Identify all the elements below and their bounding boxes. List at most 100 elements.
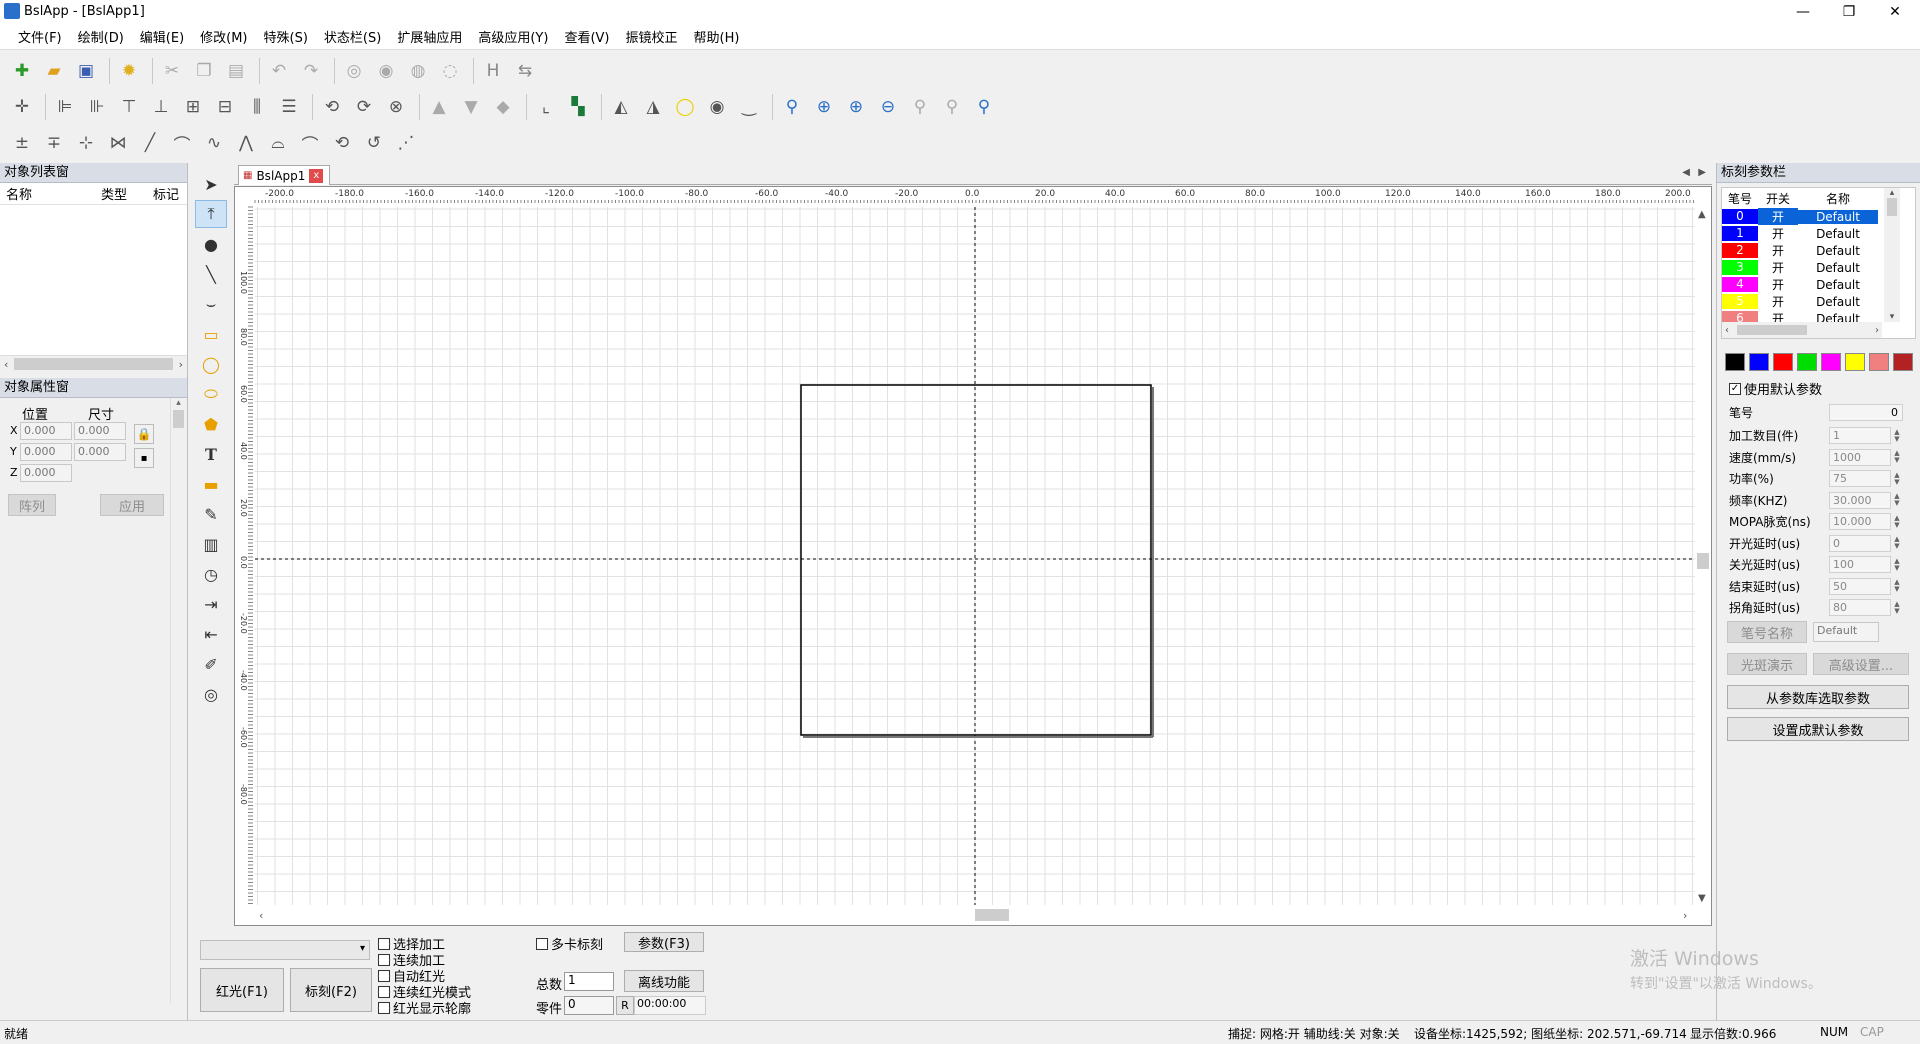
paste-icon[interactable]: ▤ — [222, 57, 250, 85]
param-input[interactable]: 30.000 — [1829, 491, 1891, 509]
distribute-v-icon[interactable]: ☰ — [275, 93, 303, 121]
zoom-select-icon[interactable]: ⚲ — [938, 93, 966, 121]
col-pen-no[interactable]: 笔号 — [1722, 190, 1758, 207]
menu-advanced[interactable]: 高级应用(Y) — [470, 27, 556, 46]
multi-card-checkbox[interactable]: 多卡标刻 — [536, 934, 603, 953]
tab-close-icon[interactable]: x — [309, 168, 324, 183]
param-input[interactable]: 75 — [1829, 470, 1891, 487]
spin-icon[interactable]: ▲ ▼ — [1891, 556, 1903, 573]
pen-vscroll-thumb[interactable] — [1887, 198, 1897, 216]
pick-from-library-button[interactable]: 从参数库选取参数 — [1727, 685, 1909, 709]
params-button[interactable]: 参数(F3) — [624, 932, 704, 952]
break-node-icon[interactable]: ⋈ — [104, 129, 132, 157]
col-mark[interactable]: 标记 — [148, 184, 184, 203]
curve-icon[interactable]: ⌣ — [195, 290, 227, 318]
redo-icon[interactable]: ↷ — [297, 57, 325, 85]
pen-color-swatch[interactable] — [1773, 353, 1793, 371]
object-list[interactable] — [0, 205, 187, 355]
set-as-default-button[interactable]: 设置成默认参数 — [1727, 717, 1909, 741]
align-nodes-icon[interactable]: ⋰ — [392, 129, 420, 157]
y-size-input[interactable]: 0.000 — [74, 443, 126, 461]
tab-scroll-right-icon[interactable]: ▶ — [1698, 167, 1706, 178]
convert-dropdown-icon[interactable]: ⇆ — [511, 57, 539, 85]
pen-color-swatch[interactable] — [1797, 353, 1817, 371]
mirror-h-icon[interactable]: ◭ — [607, 93, 635, 121]
spin-icon[interactable]: ▲ ▼ — [1891, 449, 1903, 466]
menu-view[interactable]: 查看(V) — [556, 27, 617, 46]
array-button[interactable]: 阵列 — [8, 494, 56, 516]
scroll-thumb[interactable] — [14, 358, 173, 370]
tab-scroll-left-icon[interactable]: ◀ — [1682, 167, 1690, 178]
scroll-right-icon[interactable]: › — [179, 358, 183, 371]
layer-down-icon[interactable]: ▼ — [457, 93, 485, 121]
canvas-vscroll-thumb[interactable] — [1697, 553, 1709, 569]
eye-icon[interactable]: ◉ — [703, 93, 731, 121]
pen-name-input[interactable]: Default — [1813, 622, 1879, 642]
coordinate-icon[interactable]: ⌞ — [532, 93, 560, 121]
tab-bslapp1[interactable]: ▦ BslApp1 x — [238, 165, 330, 185]
work-area-square[interactable] — [800, 384, 1152, 736]
zoom-all-icon[interactable]: ⚲ — [906, 93, 934, 121]
arc-icon[interactable]: ⌒ — [296, 129, 324, 157]
param-input[interactable]: 50 — [1829, 577, 1891, 595]
total-input[interactable]: 1 — [564, 972, 614, 991]
cancel-circle-icon[interactable]: ⊗ — [382, 93, 410, 121]
align-top-icon[interactable]: ⊤ — [115, 93, 143, 121]
to-curve-icon[interactable]: ⌒ — [168, 129, 196, 157]
circle-icon[interactable]: ◯ — [195, 350, 227, 378]
point-icon[interactable]: ● — [195, 230, 227, 258]
mirror-v-icon[interactable]: ◮ — [639, 93, 667, 121]
canvas-svg[interactable]: -200.0 -180.0 -160.0 -140.0 -120.0 -100.0 -80.… — [235, 187, 1711, 925]
canvas-hscroll-thumb[interactable] — [975, 909, 1009, 921]
param-input[interactable]: 0 — [1829, 534, 1891, 552]
spot-demo-button[interactable]: 光斑演示 — [1727, 653, 1807, 675]
canvas-scroll-left-icon[interactable]: ‹ — [259, 909, 263, 922]
delete-node-icon[interactable]: ∓ — [40, 129, 68, 157]
hatch-icon[interactable]: H — [479, 57, 507, 85]
scroll-left-icon[interactable]: ‹ — [4, 358, 8, 371]
pen-switch[interactable]: 开 — [1758, 276, 1798, 293]
param-input[interactable]: 10.000 — [1829, 513, 1891, 530]
z-position-input[interactable]: 0.000 — [20, 464, 72, 482]
symmetric-icon[interactable]: ⌓ — [264, 129, 292, 157]
props-scrollbar[interactable]: ▴ — [170, 398, 186, 1003]
spiral-icon[interactable]: ◎ — [195, 680, 227, 708]
align-hcenter-icon[interactable]: ⊞ — [179, 93, 207, 121]
pen-scroll-left-icon[interactable]: ‹ — [1725, 325, 1729, 336]
pen-scroll-down-icon[interactable]: ▾ — [1890, 312, 1895, 322]
zoom-page-icon[interactable]: ⚲ — [970, 93, 998, 121]
pen-color-swatch[interactable] — [1893, 353, 1913, 371]
offline-button[interactable]: 离线功能 — [624, 970, 704, 992]
menu-galvo-calib[interactable]: 振镜校正 — [617, 27, 685, 46]
pen-scroll-right-icon[interactable]: › — [1875, 325, 1879, 336]
param-input[interactable]: 80 — [1829, 599, 1891, 616]
zoom-icon[interactable]: ⚲ — [778, 93, 806, 121]
join-node-icon[interactable]: ⊹ — [72, 129, 100, 157]
close-button[interactable]: ✕ — [1872, 0, 1918, 24]
param-input[interactable]: 1 — [1829, 427, 1891, 444]
break-icon[interactable]: ◌ — [436, 57, 464, 85]
extend-axis-icon[interactable]: ✐ — [195, 650, 227, 678]
x-position-input[interactable]: 0.000 — [20, 422, 72, 440]
pen-list[interactable]: 笔号 开关 名称 0 开 Default 1 开 Default 2 开 Default 3 开 De… — [1721, 187, 1916, 339]
drawing-canvas[interactable]: -200.0 -180.0 -160.0 -140.0 -120.0 -100.0 -80.… — [234, 186, 1712, 926]
center-cross-icon[interactable]: ✛ — [8, 93, 36, 121]
light-icon[interactable]: ◯ — [671, 93, 699, 121]
menu-edit[interactable]: 编辑(E) — [132, 27, 192, 46]
pen-switch[interactable]: 开 — [1758, 225, 1798, 242]
polygon-icon[interactable]: ⬟ — [195, 410, 227, 438]
menu-file[interactable]: 文件(F) — [10, 27, 70, 46]
sharp-icon[interactable]: ⋀ — [232, 129, 260, 157]
output-port-icon[interactable]: ⇤ — [195, 620, 227, 648]
pen-switch[interactable]: 开 — [1758, 208, 1798, 225]
add-node-icon[interactable]: ± — [8, 129, 36, 157]
menu-help[interactable]: 帮助(H) — [686, 27, 748, 46]
cut-icon[interactable]: ✂ — [158, 57, 186, 85]
spin-icon[interactable]: ▲ ▼ — [1891, 492, 1903, 509]
scroll-up-icon[interactable]: ▴ — [171, 398, 186, 410]
align-right-icon[interactable]: ⊪ — [83, 93, 111, 121]
pen-name-button[interactable]: 笔号名称 — [1727, 621, 1807, 643]
to-line-icon[interactable]: ╱ — [136, 129, 164, 157]
apply-button[interactable]: 应用 — [100, 494, 164, 516]
pen-switch[interactable]: 开 — [1758, 242, 1798, 259]
